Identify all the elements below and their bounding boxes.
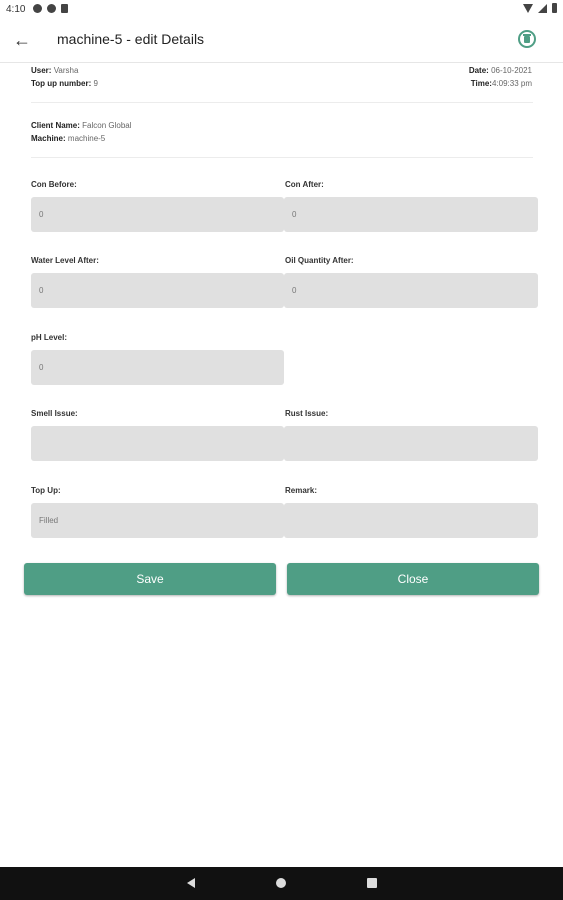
status-bar: 4:10 xyxy=(0,0,563,20)
topup-label: Top up number: xyxy=(31,79,92,88)
user-info: User: Varsha xyxy=(31,66,78,75)
smell-issue-label: Smell Issue: xyxy=(31,409,78,418)
notification-icon xyxy=(47,4,56,13)
remark-label: Remark: xyxy=(285,486,318,495)
nav-back-icon[interactable] xyxy=(187,878,195,888)
machine-info: Machine: machine-5 xyxy=(31,134,105,143)
date-info: Date: 06-10-2021 xyxy=(469,66,532,75)
oil-quantity-after-label: Oil Quantity After: xyxy=(285,256,354,265)
battery-icon xyxy=(552,3,557,13)
arrow-left-icon: ← xyxy=(13,30,31,50)
wifi-icon xyxy=(523,3,533,13)
con-before-label: Con Before: xyxy=(31,180,77,189)
save-button[interactable]: Save xyxy=(24,563,276,595)
system-icons xyxy=(523,3,557,13)
signal-icon xyxy=(538,3,547,13)
con-before-field[interactable]: 0 xyxy=(31,197,284,232)
nav-home-icon[interactable] xyxy=(276,878,286,888)
nav-recents-icon[interactable] xyxy=(367,878,377,888)
rust-issue-label: Rust Issue: xyxy=(285,409,329,418)
smell-issue-field[interactable] xyxy=(31,426,284,461)
date-label: Date: xyxy=(468,66,489,75)
remark-field[interactable] xyxy=(284,503,538,538)
client-value: Falcon Global xyxy=(82,121,132,130)
water-level-after-field[interactable]: 0 xyxy=(31,273,284,308)
oil-quantity-after-field[interactable]: 0 xyxy=(284,273,538,308)
machine-label: Machine: xyxy=(31,134,66,143)
page-title: machine-5 - edit Details xyxy=(57,31,205,47)
client-info: Client Name: Falcon Global xyxy=(31,121,132,130)
user-label: User: xyxy=(31,66,52,75)
divider xyxy=(31,102,533,103)
close-button[interactable]: Close xyxy=(287,563,539,595)
con-after-label: Con After: xyxy=(285,180,324,189)
rust-issue-field[interactable] xyxy=(284,426,538,461)
notification-icons xyxy=(33,4,68,13)
top-up-label: Top Up: xyxy=(31,486,61,495)
top-up-field[interactable]: Filled xyxy=(31,503,284,538)
divider xyxy=(31,157,533,158)
date-value: 06-10-2021 xyxy=(491,66,532,75)
time-info: Time:4:09:33 pm xyxy=(471,79,532,88)
time-label: Time: xyxy=(470,79,492,88)
con-after-field[interactable]: 0 xyxy=(284,197,538,232)
machine-value: machine-5 xyxy=(67,134,106,143)
time-value: 4:09:33 pm xyxy=(491,79,532,88)
delete-button[interactable] xyxy=(518,30,536,48)
water-level-after-label: Water Level After: xyxy=(31,256,99,265)
sd-card-icon xyxy=(61,4,68,13)
user-value: Varsha xyxy=(53,66,79,75)
system-nav-bar xyxy=(0,867,563,900)
topup-value: 9 xyxy=(93,79,98,88)
app-bar: ← machine-5 - edit Details xyxy=(0,20,563,63)
ph-level-label: pH Level: xyxy=(31,333,68,342)
topup-info: Top up number: 9 xyxy=(31,79,98,88)
back-button[interactable]: ← xyxy=(10,28,34,52)
client-label: Client Name: xyxy=(31,121,80,130)
status-time: 4:10 xyxy=(6,4,26,15)
notification-icon xyxy=(33,4,42,13)
ph-level-field[interactable]: 0 xyxy=(31,350,284,385)
